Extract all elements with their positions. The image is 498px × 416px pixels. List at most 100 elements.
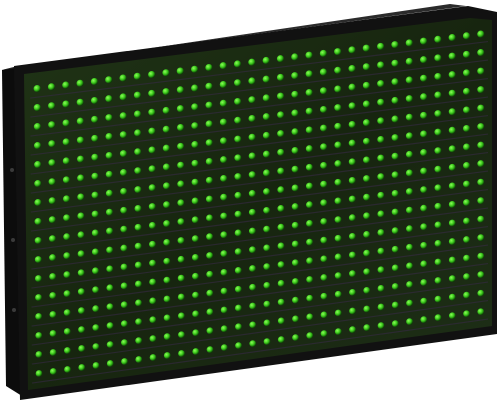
led-dot xyxy=(391,264,399,272)
led-dot xyxy=(49,349,57,356)
led-dot xyxy=(377,266,385,274)
led-dot xyxy=(291,203,299,211)
led-dot xyxy=(363,137,371,145)
led-dot xyxy=(334,216,342,224)
led-dot xyxy=(119,131,127,139)
led-dot xyxy=(391,283,399,290)
led-dot xyxy=(148,184,156,192)
led-dot xyxy=(120,206,128,214)
led-dot xyxy=(263,169,271,177)
led-dot xyxy=(277,148,285,156)
led-dot xyxy=(77,155,85,163)
led-dot xyxy=(77,212,85,220)
led-dot xyxy=(162,69,170,77)
led-dot xyxy=(263,281,271,289)
led-dot xyxy=(292,315,299,323)
led-dot xyxy=(462,32,471,40)
led-dot xyxy=(291,128,299,136)
led-dot xyxy=(134,186,142,194)
led-dot xyxy=(220,174,228,183)
led-dot xyxy=(434,165,442,173)
led-dot xyxy=(234,210,242,218)
led-dot xyxy=(133,72,141,80)
led-dot xyxy=(420,130,428,138)
led-dot xyxy=(391,96,399,105)
led-dot xyxy=(463,273,471,281)
led-dot xyxy=(248,152,256,160)
led-dot xyxy=(477,49,485,57)
led-dot xyxy=(163,257,171,265)
led-dot xyxy=(291,221,299,229)
led-dot xyxy=(292,334,300,342)
led-dot xyxy=(448,275,456,283)
led-dot xyxy=(448,89,456,97)
led-dot xyxy=(220,156,228,164)
led-dot xyxy=(362,100,371,108)
led-dot xyxy=(105,208,114,216)
led-dot xyxy=(162,88,170,96)
led-dot xyxy=(148,146,156,154)
led-dot xyxy=(477,308,485,316)
led-dot xyxy=(434,147,442,155)
led-dot xyxy=(105,189,113,197)
led-dot xyxy=(420,93,428,101)
led-dot xyxy=(405,76,413,84)
led-dot xyxy=(362,63,370,71)
led-dot xyxy=(448,52,456,60)
led-dot xyxy=(34,180,42,188)
led-dot xyxy=(48,235,56,243)
led-dot xyxy=(234,154,242,162)
led-dot xyxy=(120,282,128,290)
led-dot xyxy=(106,341,114,349)
led-dot xyxy=(434,184,442,192)
led-dot xyxy=(276,73,285,82)
led-dot xyxy=(163,295,171,303)
led-dot xyxy=(434,277,442,285)
led-dot xyxy=(377,303,385,311)
led-dot xyxy=(106,360,114,367)
led-dot xyxy=(134,280,142,288)
led-dot xyxy=(262,113,270,121)
led-dot xyxy=(292,278,299,285)
led-dot xyxy=(192,329,200,337)
led-dot xyxy=(135,337,143,345)
led-dot xyxy=(305,145,313,153)
led-dot xyxy=(277,130,285,138)
led-dot xyxy=(377,229,385,237)
led-dot xyxy=(149,335,157,343)
led-dot xyxy=(305,70,313,78)
led-dot xyxy=(349,307,356,315)
led-dot xyxy=(178,331,185,339)
led-dot xyxy=(220,344,228,352)
led-dot xyxy=(434,295,442,303)
led-dot xyxy=(119,150,128,158)
led-dot xyxy=(420,297,428,305)
led-dot xyxy=(163,238,171,246)
led-dot xyxy=(349,288,356,296)
led-dot xyxy=(391,152,399,160)
led-dot xyxy=(477,271,485,279)
led-dot xyxy=(262,94,270,102)
led-dot xyxy=(277,317,285,325)
led-dot xyxy=(106,322,114,330)
led-dot xyxy=(191,65,199,73)
led-dot xyxy=(448,219,456,227)
led-dot xyxy=(121,339,128,347)
led-dot xyxy=(76,136,85,144)
led-dot xyxy=(62,176,70,184)
led-dot xyxy=(306,257,314,265)
led-dot xyxy=(234,116,242,124)
led-dot xyxy=(305,182,313,190)
led-dot xyxy=(148,203,156,211)
led-dot xyxy=(249,302,257,310)
led-dot xyxy=(305,89,313,97)
led-dot xyxy=(91,248,99,256)
led-dot xyxy=(377,154,385,162)
led-dot xyxy=(206,308,214,316)
led-dot xyxy=(434,35,442,43)
led-dot xyxy=(448,108,456,116)
led-dot xyxy=(91,134,99,142)
led-dot xyxy=(463,162,471,170)
led-dot xyxy=(192,272,199,280)
led-dot xyxy=(220,231,228,239)
